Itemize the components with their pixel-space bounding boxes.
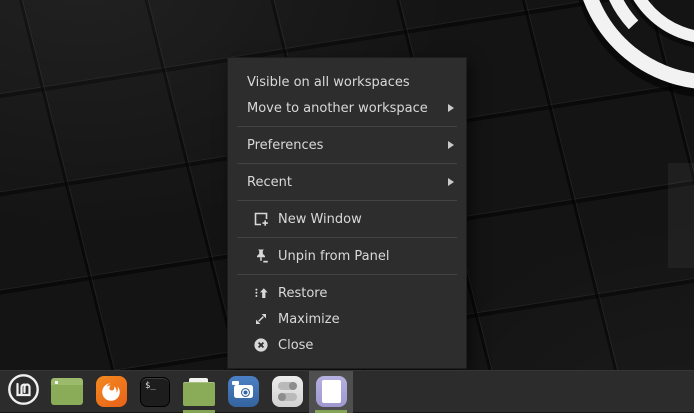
menu-item-label: Move to another workspace — [247, 100, 428, 116]
menu-separator — [237, 163, 457, 164]
menu-item-move-to-another-workspace[interactable]: Move to another workspace — [228, 95, 466, 121]
submenu-arrow-icon — [448, 178, 454, 186]
wallpaper-light-tile — [668, 163, 694, 268]
taskbar-item-terminal[interactable]: $_ — [133, 371, 177, 413]
menu-item-unpin-from-panel[interactable]: Unpin from Panel — [228, 243, 466, 269]
taskbar-item-window-app[interactable] — [45, 371, 89, 413]
menu-separator — [237, 274, 457, 275]
menu-item-close[interactable]: Close — [228, 332, 466, 358]
menu-item-label: Restore — [278, 285, 328, 301]
menu-item-recent[interactable]: Recent — [228, 169, 466, 195]
menu-item-new-window[interactable]: New Window — [228, 206, 466, 232]
settings-icon — [271, 376, 303, 407]
menu-item-maximize[interactable]: Maximize — [228, 306, 466, 332]
restore-icon — [252, 285, 269, 302]
menu-separator — [237, 200, 457, 201]
terminal-icon: $_ — [140, 376, 170, 407]
menu-item-restore[interactable]: Restore — [228, 280, 466, 306]
close-icon — [252, 337, 269, 354]
menu-separator — [237, 126, 457, 127]
menu-item-label: Visible on all workspaces — [247, 74, 410, 90]
menu-item-label: Unpin from Panel — [278, 248, 390, 264]
running-indicator — [315, 409, 347, 413]
firefox-icon — [95, 376, 127, 407]
menu-item-label: Close — [278, 337, 314, 353]
menu-item-label: Recent — [247, 174, 292, 190]
panel-item-context-menu: Visible on all workspaces Move to anothe… — [227, 57, 467, 369]
text-editor-icon — [315, 376, 347, 407]
menu-item-preferences[interactable]: Preferences — [228, 132, 466, 158]
taskbar-item-file-manager[interactable] — [177, 371, 221, 413]
taskbar-item-mint-menu[interactable] — [1, 371, 45, 413]
screenshot-icon — [227, 376, 259, 407]
taskbar-item-firefox[interactable] — [89, 371, 133, 413]
menu-item-label: Maximize — [278, 311, 340, 327]
menu-separator — [237, 237, 457, 238]
window-app-icon — [51, 378, 83, 405]
menu-item-label: Preferences — [247, 137, 324, 153]
mint-menu-icon — [7, 373, 40, 410]
unpin-icon — [252, 248, 269, 265]
file-manager-icon — [183, 377, 215, 406]
submenu-arrow-icon — [448, 141, 454, 149]
menu-item-label: New Window — [278, 211, 362, 227]
taskbar-panel: $_ — [0, 370, 694, 413]
running-indicator — [183, 409, 215, 413]
mint-logo-watermark — [578, 0, 694, 97]
taskbar-item-screenshot[interactable] — [221, 371, 265, 413]
menu-item-visible-on-all-workspaces[interactable]: Visible on all workspaces — [228, 69, 466, 95]
submenu-arrow-icon — [448, 104, 454, 112]
taskbar-item-settings[interactable] — [265, 371, 309, 413]
taskbar-item-text-editor[interactable] — [309, 370, 353, 413]
maximize-icon — [252, 311, 269, 328]
new-window-icon — [252, 211, 269, 228]
